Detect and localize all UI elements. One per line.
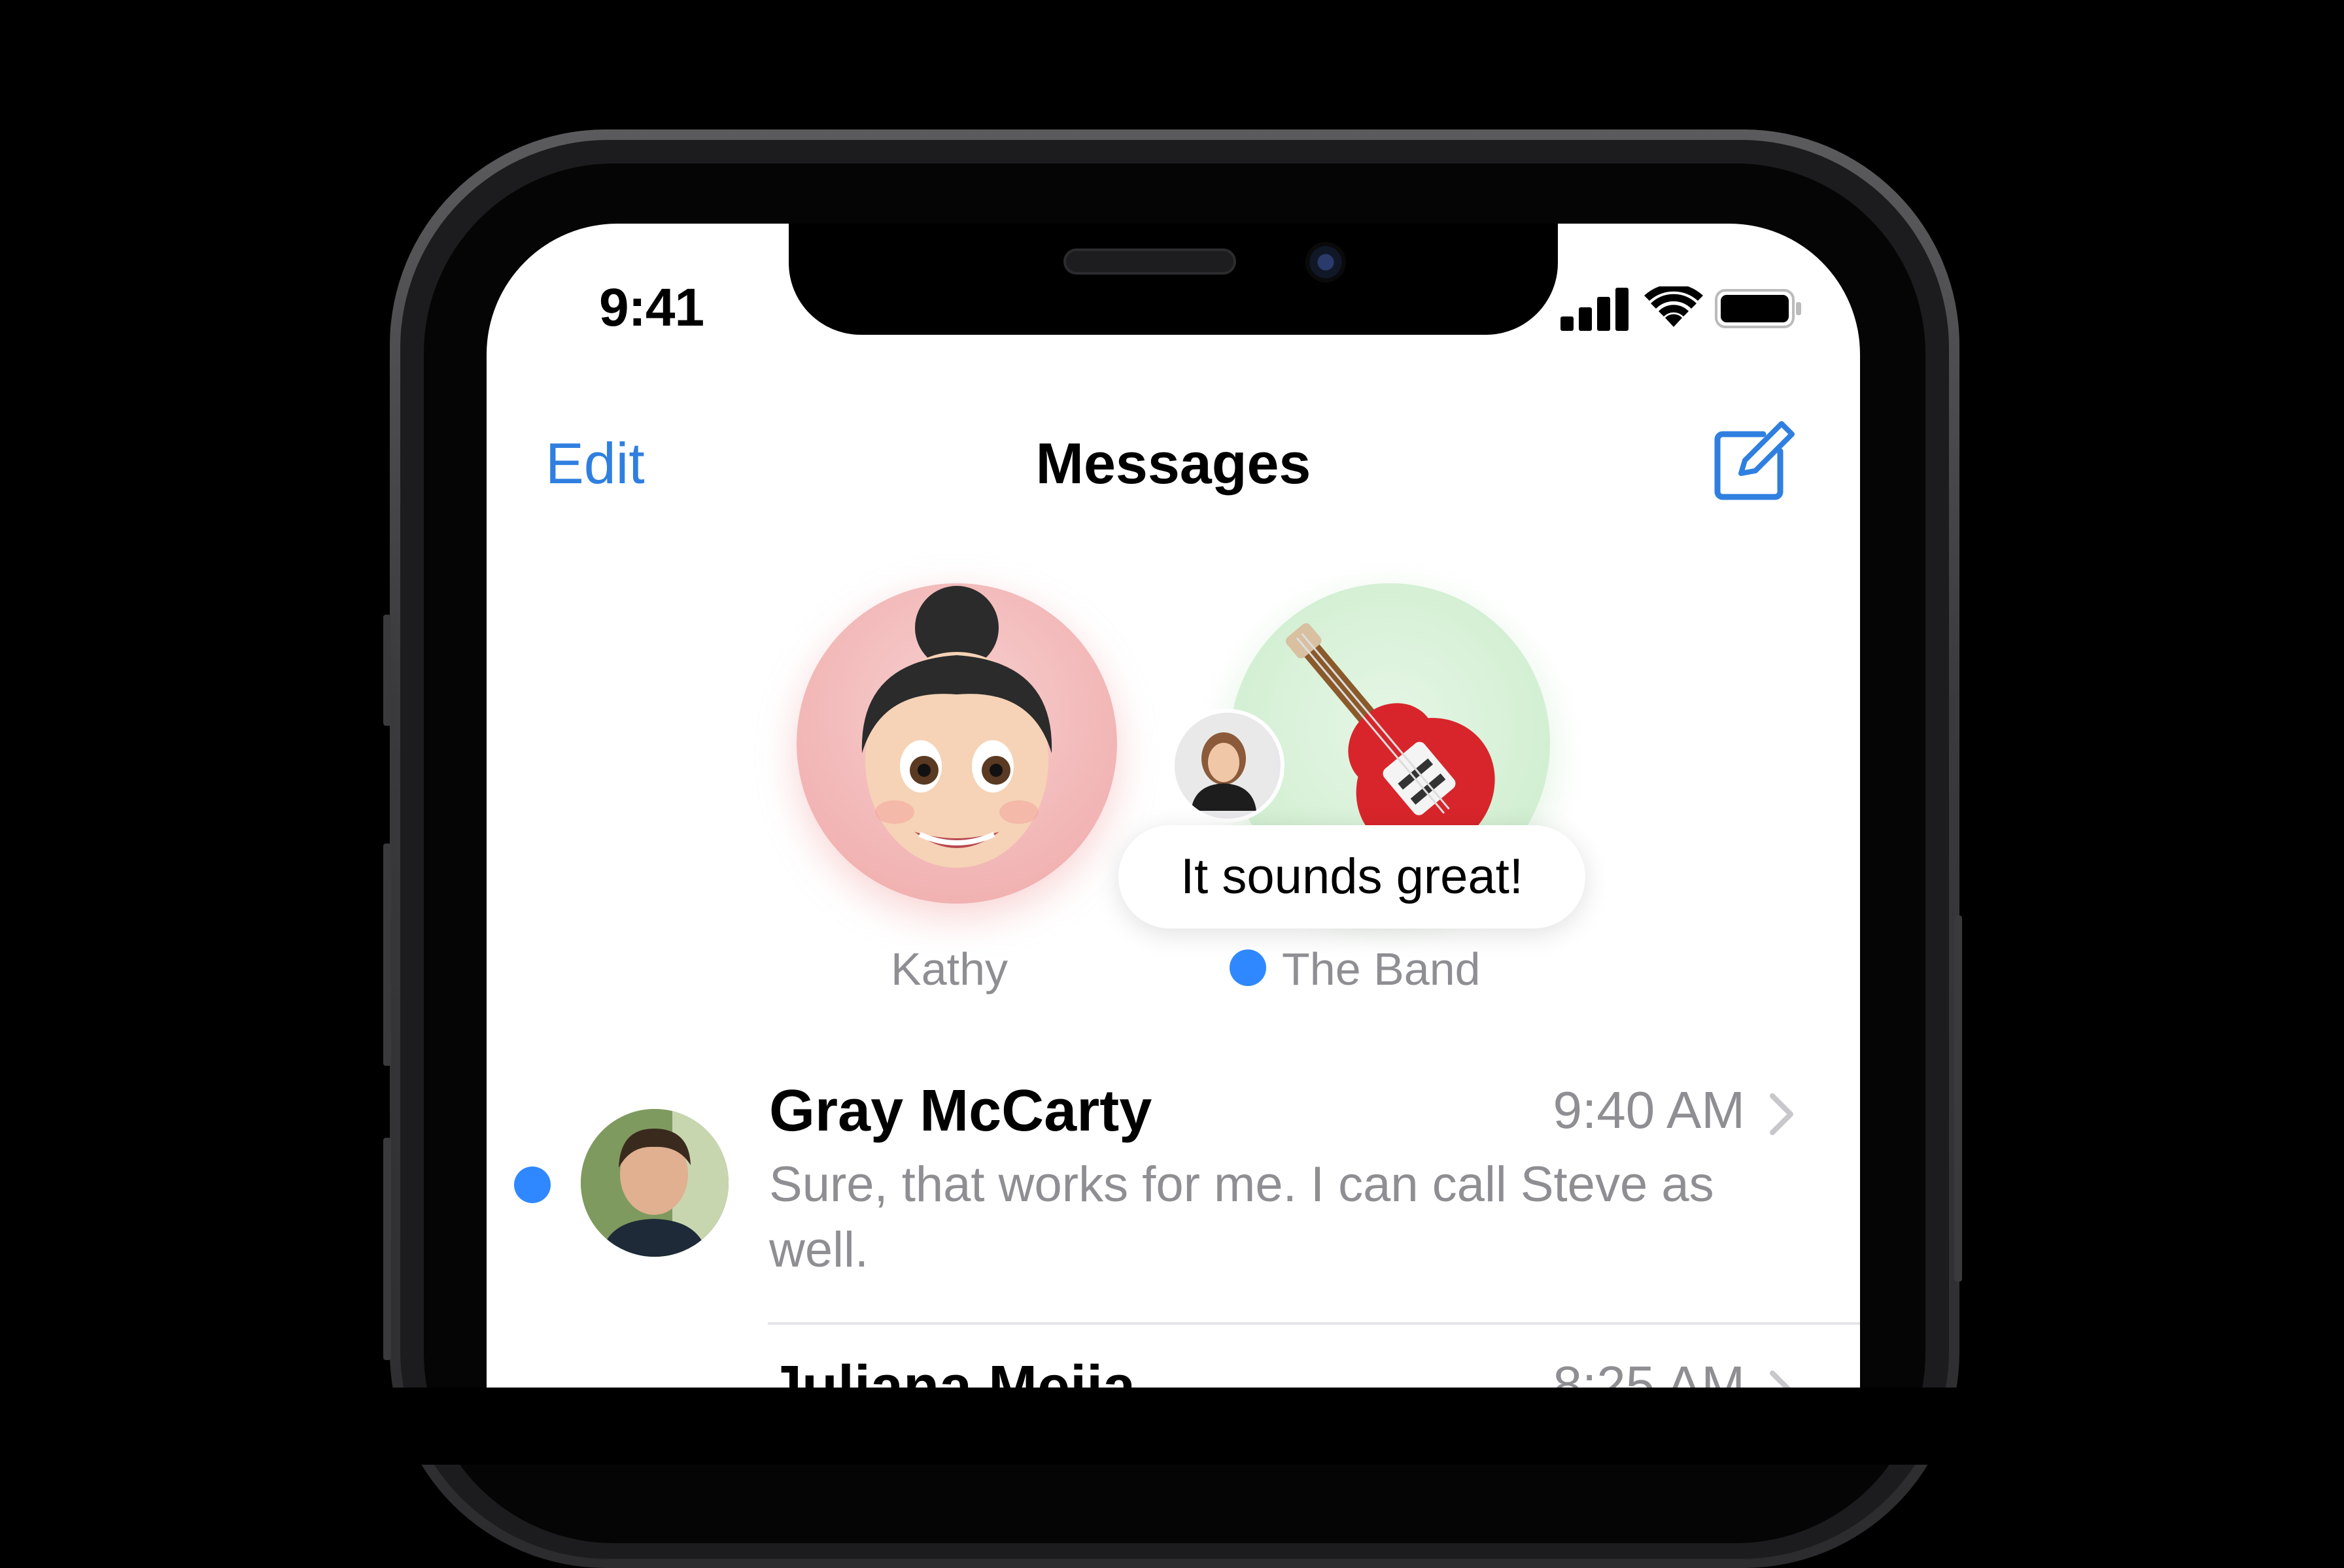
chevron-right-icon	[1770, 1093, 1793, 1135]
ring-switch	[383, 615, 391, 726]
pinned-kathy-label: Kathy	[891, 944, 1008, 995]
speaker-grille	[1063, 248, 1236, 275]
contact-name: Juliana Mejia	[769, 1354, 1136, 1388]
chevron-right-icon	[1770, 1371, 1791, 1388]
compose-button[interactable]	[1711, 420, 1795, 503]
contact-name: Gray McCarty	[769, 1078, 1152, 1144]
notch	[789, 224, 1558, 335]
message-time: 9:40 AM	[1553, 1081, 1745, 1139]
message-time: 8:25 AM	[1553, 1355, 1745, 1388]
unread-dot	[514, 1167, 551, 1203]
person-photo-icon	[581, 1109, 729, 1257]
avatar	[581, 1109, 729, 1257]
battery-icon	[1715, 289, 1801, 328]
volume-down-button	[383, 1138, 391, 1360]
pinned-band-label: The Band	[1282, 944, 1481, 995]
status-time: 9:41	[599, 278, 704, 337]
wifi-icon	[1644, 286, 1703, 327]
band-member-avatar	[1171, 709, 1284, 823]
page-title: Messages	[1035, 431, 1311, 496]
cellular-signal-icon	[1560, 285, 1632, 331]
typing-bubble: It sounds great!	[1118, 825, 1585, 929]
memoji-avatar-icon	[861, 586, 1052, 868]
screen: 9:41 Edit Messages Kathy It sounds great…	[487, 224, 1860, 1388]
row-divider	[768, 1322, 1860, 1325]
compose-icon	[1714, 421, 1795, 500]
bottom-crop	[0, 1388, 2344, 1465]
status-icons	[1560, 285, 1802, 331]
person-photo-icon	[1175, 713, 1273, 811]
side-button	[1954, 915, 1962, 1282]
band-unread-dot	[1230, 949, 1266, 986]
front-camera	[1305, 242, 1346, 282]
volume-up-button	[383, 844, 391, 1066]
message-preview: Sure, that works for me. I can call Stev…	[769, 1157, 1714, 1278]
stage: 9:41 Edit Messages Kathy It sounds great…	[0, 0, 2344, 1568]
pinned-kathy-avatar[interactable]	[797, 583, 1117, 904]
